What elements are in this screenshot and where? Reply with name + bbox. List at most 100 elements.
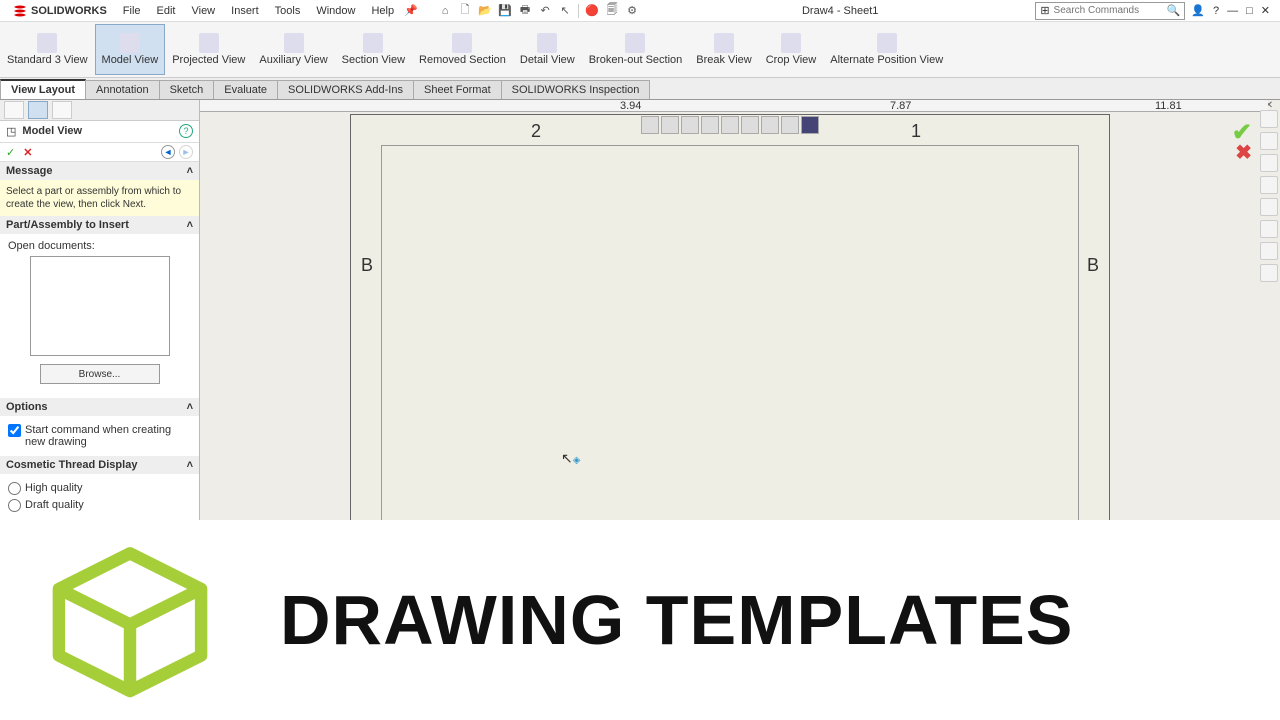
menu-insert[interactable]: Insert [223,2,267,20]
part-assembly-header[interactable]: Part/Assembly to Insert˄ [0,216,199,234]
horizontal-ruler: 3.94 7.87 11.81 [200,100,1268,112]
ribbon-crop-view[interactable]: Crop View [759,24,824,75]
menu-file[interactable]: File [115,2,149,20]
gear-icon[interactable]: ⚙ [623,2,641,20]
high-quality-radio[interactable] [8,482,21,495]
tab-sheet-format[interactable]: Sheet Format [413,80,502,99]
next-button[interactable]: ► [179,145,193,159]
taskpane-home-icon[interactable] [1260,110,1278,128]
ribbon-section-view[interactable]: Section View [335,24,412,75]
rebuild-icon[interactable]: 🔴 [583,2,601,20]
ribbon-standard-3-view[interactable]: Standard 3 View [0,24,95,75]
user-icon[interactable]: 👤 [1191,4,1205,17]
panel-help-icon[interactable]: ? [179,124,193,138]
browse-button[interactable]: Browse... [40,364,160,384]
open-documents-list[interactable] [30,256,170,356]
draft-quality-radio[interactable] [8,499,21,512]
search-go-icon[interactable]: 🔍 [1167,4,1181,17]
draft-quality-option[interactable]: Draft quality [8,497,191,514]
drawing-sheet[interactable]: 2 1 B B ↖◈ [350,114,1110,520]
options-header[interactable]: Options˄ [0,398,199,416]
options-icon[interactable]: 🗐 [603,2,621,20]
view-settings-icon[interactable] [801,116,819,134]
sheet-border [381,145,1079,520]
tab-sketch[interactable]: Sketch [159,80,215,99]
maximize-icon[interactable]: □ [1246,5,1253,17]
section-view-icon[interactable] [701,116,719,134]
open-icon[interactable]: 📂 [476,2,494,20]
heads-up-toolbar [641,115,819,135]
menu-tools[interactable]: Tools [267,2,309,20]
ribbon-detail-view[interactable]: Detail View [513,24,582,75]
standard-3view-icon [37,33,57,53]
detail-view-icon [537,33,557,53]
hide-show-icon[interactable] [761,116,779,134]
config-manager-icon[interactable] [52,101,72,119]
close-icon[interactable]: ✕ [1261,4,1270,17]
taskpane-explorer-icon[interactable] [1260,176,1278,194]
save-icon[interactable]: 💾 [496,2,514,20]
taskpane-appearance-icon[interactable] [1260,220,1278,238]
feature-tree-icon[interactable] [4,101,24,119]
ribbon-removed-section[interactable]: Removed Section [412,24,513,75]
tab-inspection[interactable]: SOLIDWORKS Inspection [501,80,651,99]
drawing-canvas[interactable]: ▣ ▭ — □ ✕ 3.94 7.87 11.81 [200,100,1280,520]
search-icon: ⊞ [1040,4,1049,17]
break-view-icon [714,33,734,53]
panel-actions: ✓ ✕ ◄ ► [0,143,199,162]
minimize-icon[interactable]: — [1227,5,1238,17]
property-manager: ◳ Model View ? ✓ ✕ ◄ ► Message˄ Select a… [0,100,200,520]
taskpane-palette-icon[interactable] [1260,198,1278,216]
new-icon[interactable]: 🗋 [456,2,474,20]
zoom-area-icon[interactable] [661,116,679,134]
display-style-icon[interactable] [741,116,759,134]
ribbon-model-view[interactable]: Model View [95,24,166,75]
workspace: ◳ Model View ? ✓ ✕ ◄ ► Message˄ Select a… [0,100,1280,520]
ribbon-auxiliary-view[interactable]: Auxiliary View [252,24,334,75]
search-commands[interactable]: ⊞ 🔍 [1035,2,1185,20]
open-documents-label: Open documents: [8,240,191,252]
pin-icon[interactable]: 📌 [402,2,420,20]
ribbon-broken-out[interactable]: Broken-out Section [582,24,690,75]
select-icon[interactable]: ↖ [556,2,574,20]
menu-help[interactable]: Help [363,2,402,20]
help-icon[interactable]: ? [1213,5,1219,17]
menu-edit[interactable]: Edit [149,2,184,20]
menu-view[interactable]: View [183,2,223,20]
view-orient-icon[interactable] [721,116,739,134]
ribbon-break-view[interactable]: Break View [689,24,758,75]
print-icon[interactable]: 🖶 [516,2,534,20]
prev-button[interactable]: ◄ [161,145,175,159]
taskpane-resources-icon[interactable] [1260,132,1278,150]
model-view-small-icon: ◳ [6,125,16,138]
ribbon-alt-position[interactable]: Alternate Position View [823,24,950,75]
taskpane-forum-icon[interactable] [1260,264,1278,282]
tab-annotation[interactable]: Annotation [85,80,160,99]
tab-view-layout[interactable]: View Layout [0,79,86,99]
message-header[interactable]: Message˄ [0,162,199,180]
ok-button[interactable]: ✓ [6,146,15,159]
panel-title: Model View [22,125,82,137]
tab-evaluate[interactable]: Evaluate [213,80,278,99]
edit-scene-icon[interactable] [781,116,799,134]
crop-view-icon [781,33,801,53]
taskpane-properties-icon[interactable] [1260,242,1278,260]
high-quality-option[interactable]: High quality [8,480,191,497]
undo-icon[interactable]: ↶ [536,2,554,20]
tab-addins[interactable]: SOLIDWORKS Add-Ins [277,80,414,99]
property-manager-icon[interactable] [28,101,48,119]
window-controls: 👤 ? — □ ✕ [1185,4,1276,17]
start-command-checkbox[interactable] [8,424,21,437]
zoom-fit-icon[interactable] [641,116,659,134]
prev-view-icon[interactable] [681,116,699,134]
menu-window[interactable]: Window [308,2,363,20]
cancel-button[interactable]: ✕ [23,146,32,159]
confirm-corner-cancel[interactable]: ✖ [1235,140,1252,165]
search-input[interactable] [1054,5,1167,16]
taskpane-design-lib-icon[interactable] [1260,154,1278,172]
panel-tab-toolbar [0,100,199,121]
cosmetic-header[interactable]: Cosmetic Thread Display˄ [0,456,199,474]
home-icon[interactable]: ⌂ [436,2,454,20]
ribbon-projected-view[interactable]: Projected View [165,24,252,75]
start-command-option[interactable]: Start command when creating new drawing [8,422,191,450]
